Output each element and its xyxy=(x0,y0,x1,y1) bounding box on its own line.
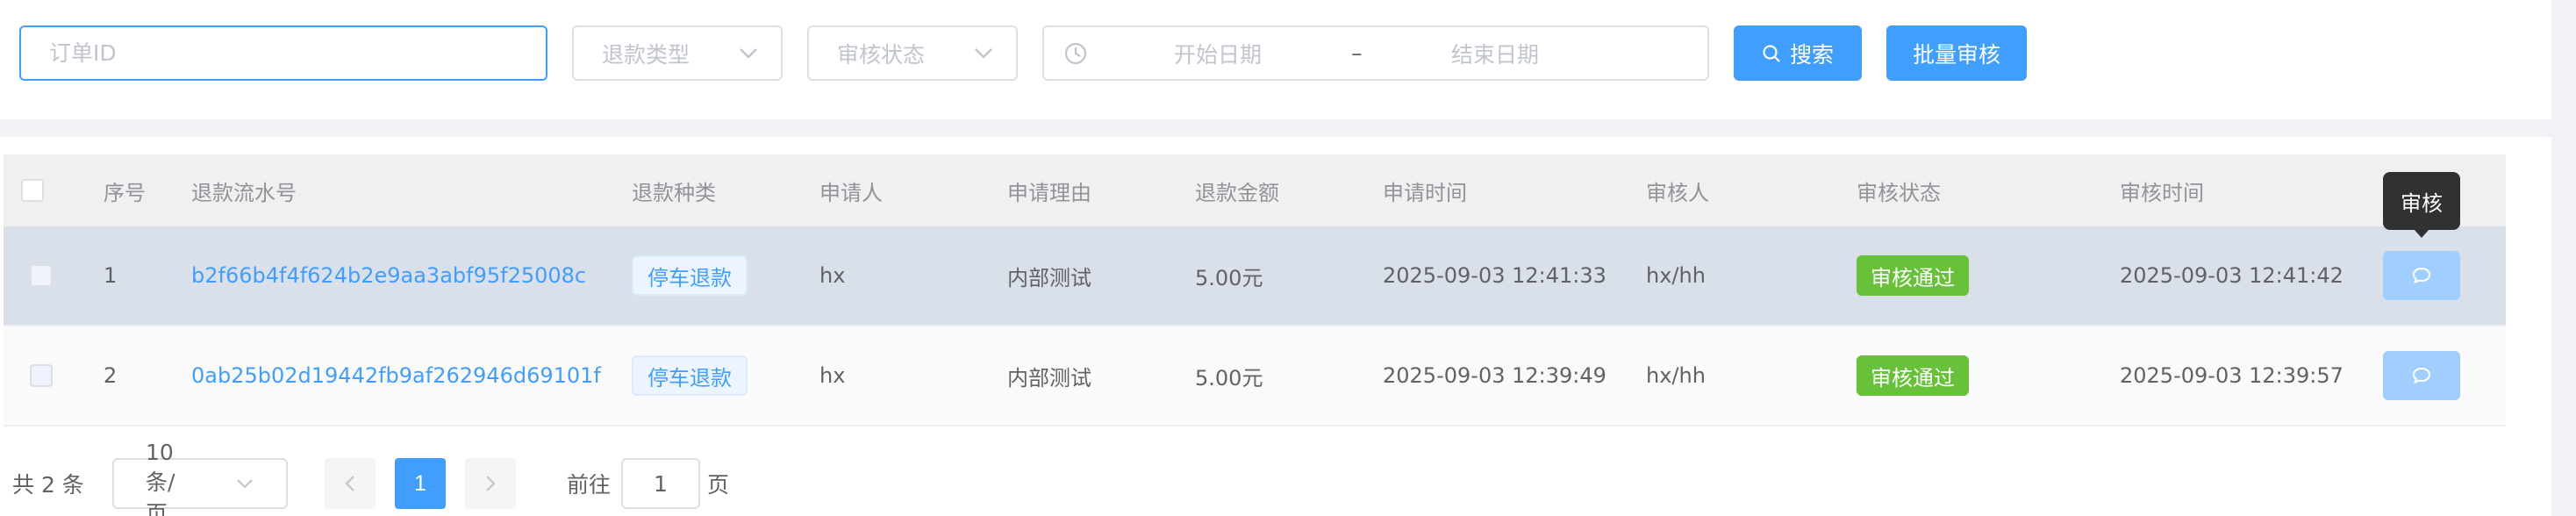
tooltip-text: 审核 xyxy=(2401,190,2443,216)
refund-audit-page: 退款类型 审核状态 开始日期 – 结束日期 搜索 批量审 xyxy=(0,0,2576,516)
next-page-button[interactable] xyxy=(465,458,516,509)
page-suffix-label: 页 xyxy=(707,472,730,498)
chevron-down-icon xyxy=(190,470,267,497)
refund-type-select[interactable]: 退款类型 xyxy=(572,25,783,81)
refund-no-link[interactable]: b2f66b4f4f624b2e9aa3abf95f25008c xyxy=(191,226,586,325)
goto-label: 前往 xyxy=(567,472,612,498)
order-id-field[interactable] xyxy=(19,25,547,81)
page-size-select[interactable]: 10条/页 xyxy=(112,440,288,516)
date-range-picker[interactable]: 开始日期 – 结束日期 xyxy=(1042,25,1709,81)
start-date-input[interactable]: 开始日期 xyxy=(1174,27,1262,79)
cell-audit-time: 2025-09-03 12:39:57 xyxy=(2120,363,2343,388)
refund-kind-tag: 停车退款 xyxy=(632,255,748,296)
audit-status-select[interactable]: 审核状态 xyxy=(807,25,1018,81)
search-button[interactable]: 搜索 xyxy=(1734,25,1862,81)
page-number-button[interactable]: 1 xyxy=(395,458,446,509)
pagination-total: 共 2 条 xyxy=(12,472,84,498)
chevron-down-icon xyxy=(735,40,762,67)
batch-audit-label: 批量审核 xyxy=(1912,41,2000,68)
batch-audit-button[interactable]: 批量审核 xyxy=(1886,25,2027,81)
goto-page-input[interactable] xyxy=(621,458,700,509)
row-checkbox[interactable] xyxy=(30,226,53,325)
clock-icon xyxy=(1063,27,1088,79)
select-all-checkbox[interactable] xyxy=(21,154,44,226)
cell-reason: 内部测试 xyxy=(1007,365,1091,391)
audit-action-button[interactable] xyxy=(2383,251,2460,300)
cell-refund-kind: 停车退款 xyxy=(632,326,748,425)
cell-amount: 5.00元 xyxy=(1195,265,1263,290)
header-status: 审核状态 xyxy=(1857,180,1941,205)
cell-refund-kind: 停车退款 xyxy=(632,226,748,325)
chat-bubble-icon xyxy=(2412,367,2431,384)
chat-bubble-icon xyxy=(2412,267,2431,284)
refund-table: 序号 退款流水号 退款种类 申请人 申请理由 退款金额 申请时间 审核人 审核状… xyxy=(4,154,2506,426)
header-refund-no: 退款流水号 xyxy=(191,180,297,205)
cell-auditor: hx/hh xyxy=(1646,363,1706,388)
prev-page-button[interactable] xyxy=(325,458,376,509)
table-header: 序号 退款流水号 退款种类 申请人 申请理由 退款金额 申请时间 审核人 审核状… xyxy=(4,154,2506,226)
cell-action xyxy=(2383,226,2460,325)
date-separator: – xyxy=(1351,40,1363,66)
cell-applicant: hx xyxy=(819,263,846,288)
status-badge: 审核通过 xyxy=(1857,355,1969,396)
header-apply-time: 申请时间 xyxy=(1383,180,1467,205)
search-icon xyxy=(1762,44,1781,63)
cell-apply-time: 2025-09-03 12:39:49 xyxy=(1383,363,1606,388)
table-card: 序号 退款流水号 退款种类 申请人 申请理由 退款金额 申请时间 审核人 审核状… xyxy=(0,137,2551,516)
header-applicant: 申请人 xyxy=(819,180,883,205)
cell-audit-time: 2025-09-03 12:41:42 xyxy=(2120,263,2343,288)
header-auditor: 审核人 xyxy=(1646,180,1709,205)
header-refund-kind: 退款种类 xyxy=(632,180,716,205)
table-row[interactable]: 2 0ab25b02d19442fb9af262946d69101f 停车退款 … xyxy=(4,326,2506,426)
refund-no-link[interactable]: 0ab25b02d19442fb9af262946d69101f xyxy=(191,326,601,425)
row-checkbox[interactable] xyxy=(30,326,53,425)
chevron-right-icon xyxy=(485,475,496,492)
page-size-value: 10条/页 xyxy=(146,439,175,516)
header-amount: 退款金额 xyxy=(1195,180,1279,205)
table-row[interactable]: 1 b2f66b4f4f624b2e9aa3abf95f25008c 停车退款 … xyxy=(4,226,2506,326)
pagination: 共 2 条 10条/页 1 前往 页 xyxy=(0,440,877,516)
cell-status: 审核通过 xyxy=(1857,326,1969,425)
order-id-input[interactable] xyxy=(21,40,546,66)
header-audit-time: 审核时间 xyxy=(2120,180,2204,205)
cell-action xyxy=(2383,326,2460,425)
cell-apply-time: 2025-09-03 12:41:33 xyxy=(1383,263,1606,288)
filter-bar: 退款类型 审核状态 开始日期 – 结束日期 搜索 批量审 xyxy=(0,0,2551,119)
end-date-input[interactable]: 结束日期 xyxy=(1451,27,1539,79)
refund-kind-tag: 停车退款 xyxy=(632,355,748,396)
cell-reason: 内部测试 xyxy=(1007,265,1091,290)
cell-status: 审核通过 xyxy=(1857,226,1969,325)
audit-tooltip: 审核 xyxy=(2383,172,2460,238)
audit-action-button[interactable] xyxy=(2383,351,2460,400)
cell-index: 2 xyxy=(104,363,118,388)
header-reason: 申请理由 xyxy=(1007,180,1091,205)
refund-type-placeholder: 退款类型 xyxy=(602,41,691,68)
chevron-left-icon xyxy=(345,475,355,492)
cell-applicant: hx xyxy=(819,363,846,388)
chevron-down-icon xyxy=(970,40,997,67)
search-button-label: 搜索 xyxy=(1789,41,1834,68)
audit-status-placeholder: 审核状态 xyxy=(837,41,926,68)
cell-auditor: hx/hh xyxy=(1646,263,1706,288)
header-index: 序号 xyxy=(104,180,146,205)
status-badge: 审核通过 xyxy=(1857,255,1969,296)
cell-index: 1 xyxy=(104,263,118,288)
tooltip-arrow xyxy=(2414,229,2429,238)
cell-amount: 5.00元 xyxy=(1195,365,1263,391)
